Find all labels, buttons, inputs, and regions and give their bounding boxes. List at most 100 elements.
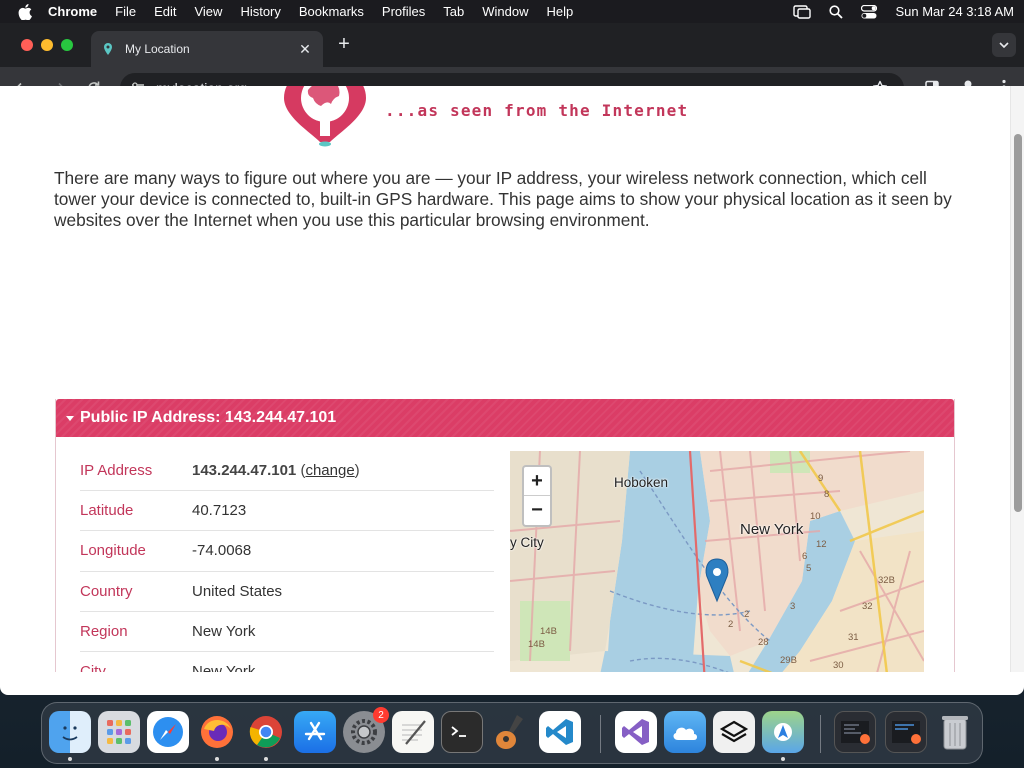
public-ip-panel: Public IP Address: 143.244.47.101 IP Add… [55,399,955,672]
table-row: Latitude 40.7123 [80,491,494,532]
dock-safari-icon[interactable] [147,711,189,753]
dock-maps-icon[interactable] [762,711,804,761]
new-tab-button[interactable]: + [334,34,354,55]
route-number: 31 [848,632,859,643]
menu-help[interactable]: Help [547,4,574,19]
dock-chrome-icon[interactable] [245,711,287,761]
dock-system-settings-icon[interactable]: 2 [343,707,389,753]
caret-down-icon [66,415,74,421]
running-indicator [781,757,785,761]
ip-info-table: IP Address 143.244.47.101 (change) Latit… [80,451,494,672]
dock-textedit-icon[interactable] [392,711,434,753]
menu-edit[interactable]: Edit [154,4,176,19]
row-value: 40.7123 [192,502,247,520]
map-tiles [510,451,924,672]
dock-trash-icon[interactable] [934,711,976,753]
route-number: 8 [824,489,830,500]
dock-vscode-icon[interactable] [539,711,581,753]
row-value: United States [192,582,283,600]
table-row: Longitude -74.0068 [80,531,494,572]
maximize-window-button[interactable] [61,39,73,51]
route-number: 2 [728,619,734,630]
row-value: New York [192,663,256,672]
location-pin-logo-icon [284,86,366,147]
chevron-down-icon [999,42,1009,48]
site-logo[interactable]: MY LOCATION ...as seen from the Internet [280,86,720,148]
logo-tagline: ...as seen from the Internet [385,101,689,120]
dock-layers-app-icon[interactable] [713,711,755,753]
tab-my-location[interactable]: My Location ✕ [91,31,323,67]
route-number: 12 [816,539,827,550]
dock-icloud-icon[interactable] [664,711,706,753]
route-number: 5 [806,563,812,574]
menu-tab[interactable]: Tab [443,4,464,19]
dock-firefox-icon[interactable] [196,711,238,761]
row-label: IP Address [80,462,153,479]
zoom-out-button[interactable]: − [524,496,550,525]
apple-icon[interactable] [18,3,34,20]
close-tab-icon[interactable]: ✕ [297,41,313,57]
menu-app-chrome[interactable]: Chrome [48,4,97,19]
scrollbar-thumb[interactable] [1014,134,1022,512]
tab-search-button[interactable] [992,33,1016,57]
row-label: Country [80,582,133,600]
route-number: 28 [758,637,769,648]
menu-bar: Chrome File Edit View History Bookmarks … [0,0,1024,23]
tab-title: My Location [125,42,190,56]
table-row: City New York [80,652,494,672]
dock-separator [820,715,821,753]
route-number: 6 [802,551,808,562]
zoom-in-button[interactable]: + [524,467,550,496]
change-ip-link[interactable]: change [305,462,354,479]
route-number: 32 [862,601,873,612]
row-label: Longitude [80,542,146,560]
panel-title: Public IP Address: 143.244.47.101 [80,409,337,426]
panel-header[interactable]: Public IP Address: 143.244.47.101 [56,399,954,437]
running-indicator [215,757,219,761]
route-number: 10 [810,511,821,522]
dock-visual-studio-icon[interactable] [615,711,657,753]
map-label-new-york: New York [740,521,804,538]
menu-view[interactable]: View [194,4,222,19]
dock-window-thumbnail-icon[interactable] [885,711,927,753]
dock-firefox-window-thumbnail-icon[interactable] [834,711,876,753]
menu-file[interactable]: File [115,4,136,19]
dock-launchpad-icon[interactable] [98,711,140,753]
route-number: 14B [528,639,545,650]
close-paren: ) [354,462,360,479]
zoom-control: + − [522,465,552,527]
table-row: Region New York [80,612,494,653]
running-indicator [68,757,72,761]
minimize-window-button[interactable] [41,39,53,51]
control-center-icon[interactable] [861,4,878,19]
dock-finder-icon[interactable] [49,711,91,761]
route-number: 2 [744,609,750,620]
menu-window[interactable]: Window [482,4,528,19]
route-number: 14B [540,626,557,637]
screen-mirroring-icon[interactable] [793,4,812,19]
route-number: 29B [780,655,797,666]
menu-profiles[interactable]: Profiles [382,4,425,19]
row-value: -74.0068 [192,542,252,560]
menu-history[interactable]: History [240,4,280,19]
dock-app-store-icon[interactable] [294,711,336,753]
page-scrollbar[interactable] [1010,86,1024,672]
row-label: Latitude [80,502,134,520]
row-value: 143.244.47.101 (change) [192,462,360,479]
menubar-clock[interactable]: Sun Mar 24 3:18 AM [895,4,1014,19]
route-number: 9 [818,473,824,484]
row-value: New York [192,623,256,641]
row-label: City [80,663,106,672]
map-label-jersey-city: y City [510,535,544,550]
route-number: 30 [833,660,844,671]
location-map[interactable]: + − Hoboken New York y City 14B 14B 9 8 … [510,451,924,672]
spotlight-search-icon[interactable] [829,4,844,19]
close-window-button[interactable] [21,39,33,51]
dock-separator [600,715,601,753]
dock-garageband-icon[interactable] [490,711,532,753]
menu-bookmarks[interactable]: Bookmarks [299,4,364,19]
running-indicator [264,757,268,761]
dock-terminal-icon[interactable] [441,711,483,753]
ip-address-value: 143.244.47.101 [192,462,297,479]
location-pin-favicon-icon [101,42,115,56]
